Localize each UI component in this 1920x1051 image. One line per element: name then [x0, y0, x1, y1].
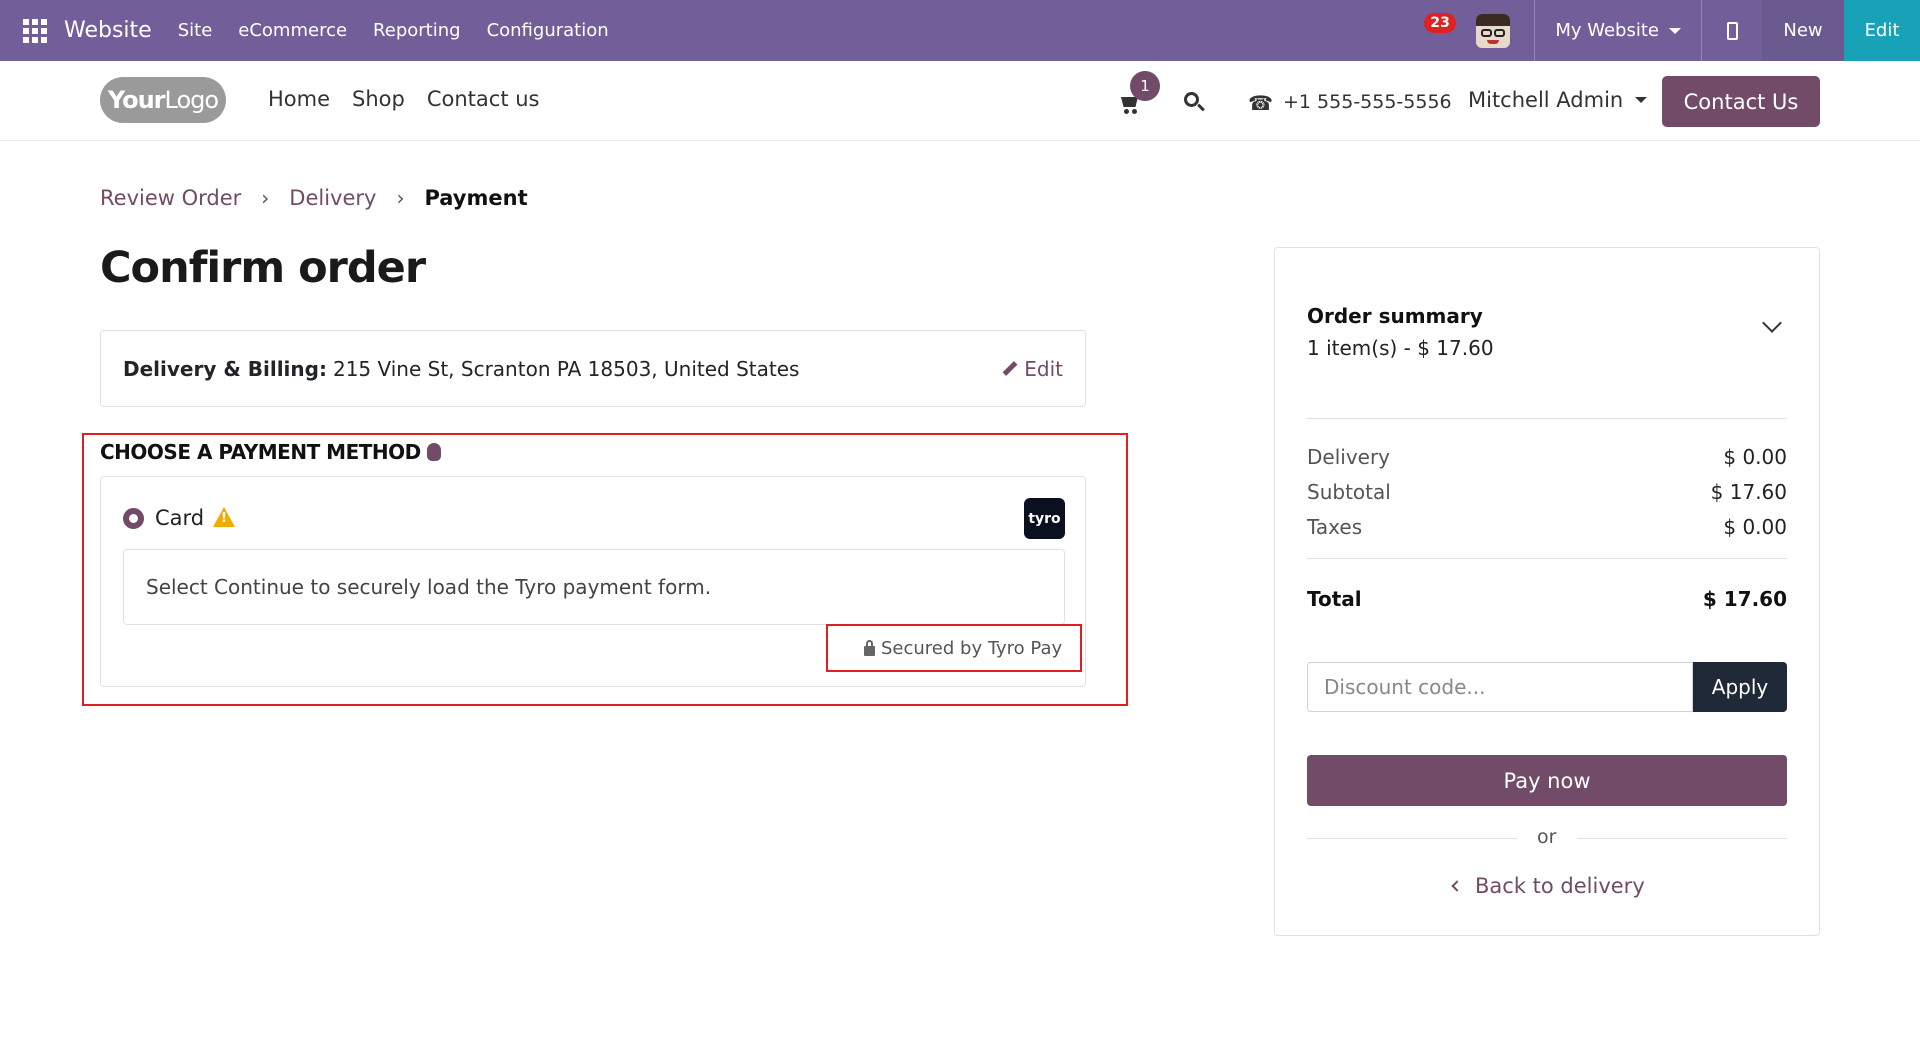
phone-number[interactable]: +1 555-555-5556	[1283, 91, 1452, 113]
delivery-billing-address: 215 Vine St, Scranton PA 18503, United S…	[332, 356, 800, 381]
secured-by-badge: Secured by Tyro Pay	[864, 638, 1062, 659]
user-menu[interactable]: Mitchell Admin	[1468, 88, 1648, 112]
apps-grid-icon	[23, 18, 47, 43]
or-divider-right	[1577, 838, 1787, 839]
back-to-delivery-link[interactable]: Back to delivery	[1451, 874, 1645, 898]
pencil-icon	[1002, 361, 1018, 376]
summary-row-total: Total $ 17.60	[1307, 587, 1787, 611]
app-brand[interactable]: Website	[64, 18, 152, 43]
search-icon[interactable]	[1182, 90, 1206, 114]
caret-down-icon	[1669, 27, 1681, 34]
lock-icon	[864, 639, 875, 656]
nav-home[interactable]: Home	[268, 87, 330, 111]
payment-instructions: Select Continue to securely load the Tyr…	[123, 549, 1065, 625]
breadcrumb-review-order[interactable]: Review Order	[100, 186, 241, 210]
bug-icon	[426, 443, 441, 461]
notifications-button[interactable]: 23	[1418, 0, 1462, 61]
site-header: Your Logo Home Shop Contact us 1 ☎ +1 555…	[0, 61, 1920, 141]
nav-contact-us[interactable]: Contact us	[427, 87, 540, 111]
user-name: Mitchell Admin	[1468, 88, 1624, 112]
order-summary-items: 1 item(s) - $ 17.60	[1307, 336, 1494, 360]
summary-row-label: Subtotal	[1307, 480, 1391, 504]
chevron-right-icon: ›	[396, 186, 405, 210]
edit-address-link[interactable]: Edit	[1002, 357, 1063, 381]
edit-button[interactable]: Edit	[1844, 0, 1920, 61]
payment-method-heading: CHOOSE A PAYMENT METHOD	[100, 440, 441, 464]
edit-address-label: Edit	[1024, 356, 1063, 381]
summary-divider	[1307, 558, 1787, 559]
summary-row-taxes: Taxes $ 0.00	[1307, 515, 1787, 539]
nav-shop[interactable]: Shop	[352, 87, 405, 111]
order-summary-title: Order summary	[1307, 304, 1483, 328]
delivery-billing-card: Delivery & Billing: 215 Vine St, Scranto…	[100, 330, 1086, 407]
total-label: Total	[1307, 587, 1362, 611]
mobile-preview-button[interactable]	[1702, 21, 1762, 40]
or-text: or	[1537, 826, 1557, 848]
chevron-right-icon: ›	[261, 186, 270, 210]
website-selector-label: My Website	[1555, 20, 1659, 41]
main-nav: Home Shop Contact us	[268, 87, 539, 111]
warning-icon	[213, 507, 235, 527]
menu-site[interactable]: Site	[178, 20, 213, 41]
contact-us-button[interactable]: Contact Us	[1662, 76, 1820, 127]
admin-topbar: Website Site eCommerce Reporting Configu…	[0, 0, 1920, 61]
chevron-left-icon	[1451, 880, 1463, 892]
back-to-delivery-label: Back to delivery	[1475, 874, 1645, 898]
summary-divider	[1307, 418, 1787, 419]
new-button[interactable]: New	[1762, 0, 1844, 61]
summary-row-value: $ 0.00	[1723, 445, 1787, 469]
order-summary-panel: Order summary 1 item(s) - $ 17.60 Delive…	[1274, 247, 1820, 936]
logo-text-thin: Logo	[164, 86, 220, 114]
discount-code-input[interactable]	[1307, 662, 1693, 712]
caret-down-icon	[1635, 97, 1648, 103]
apps-menu-button[interactable]	[0, 0, 70, 61]
payment-method-heading-text: CHOOSE A PAYMENT METHOD	[100, 440, 421, 464]
summary-row-label: Taxes	[1307, 515, 1363, 539]
menu-configuration[interactable]: Configuration	[487, 20, 609, 41]
summary-row-label: Delivery	[1307, 445, 1391, 469]
breadcrumb-delivery[interactable]: Delivery	[289, 186, 376, 210]
secured-by-text: Secured by Tyro Pay	[881, 638, 1063, 659]
checkout-breadcrumb: Review Order › Delivery › Payment	[100, 186, 528, 210]
page-title: Confirm order	[100, 243, 426, 293]
cart-count-badge: 1	[1130, 71, 1160, 101]
user-avatar[interactable]	[1476, 13, 1511, 48]
summary-row-value: $ 17.60	[1710, 480, 1787, 504]
card-method-label[interactable]: Card	[155, 506, 204, 530]
notifications-badge: 23	[1424, 13, 1456, 33]
menu-reporting[interactable]: Reporting	[373, 20, 461, 41]
menu-ecommerce[interactable]: eCommerce	[238, 20, 347, 41]
website-selector[interactable]: My Website	[1535, 20, 1701, 41]
summary-row-value: $ 0.00	[1723, 515, 1787, 539]
logo-text-bold: Your	[107, 86, 166, 114]
chevron-down-icon[interactable]	[1762, 313, 1782, 333]
card-radio[interactable]	[123, 508, 144, 529]
total-value: $ 17.60	[1702, 587, 1787, 611]
delivery-billing-label: Delivery & Billing:	[123, 356, 327, 381]
apply-discount-button[interactable]: Apply	[1693, 662, 1787, 712]
summary-row-subtotal: Subtotal $ 17.60	[1307, 480, 1787, 504]
pay-now-button[interactable]: Pay now	[1307, 755, 1787, 806]
mobile-icon	[1726, 21, 1738, 40]
breadcrumb-payment: Payment	[424, 186, 528, 210]
tyro-logo: tyro	[1024, 498, 1065, 539]
phone-icon: ☎	[1248, 91, 1273, 115]
or-divider-left	[1307, 838, 1517, 839]
site-logo[interactable]: Your Logo	[100, 77, 226, 123]
summary-row-delivery: Delivery $ 0.00	[1307, 445, 1787, 469]
